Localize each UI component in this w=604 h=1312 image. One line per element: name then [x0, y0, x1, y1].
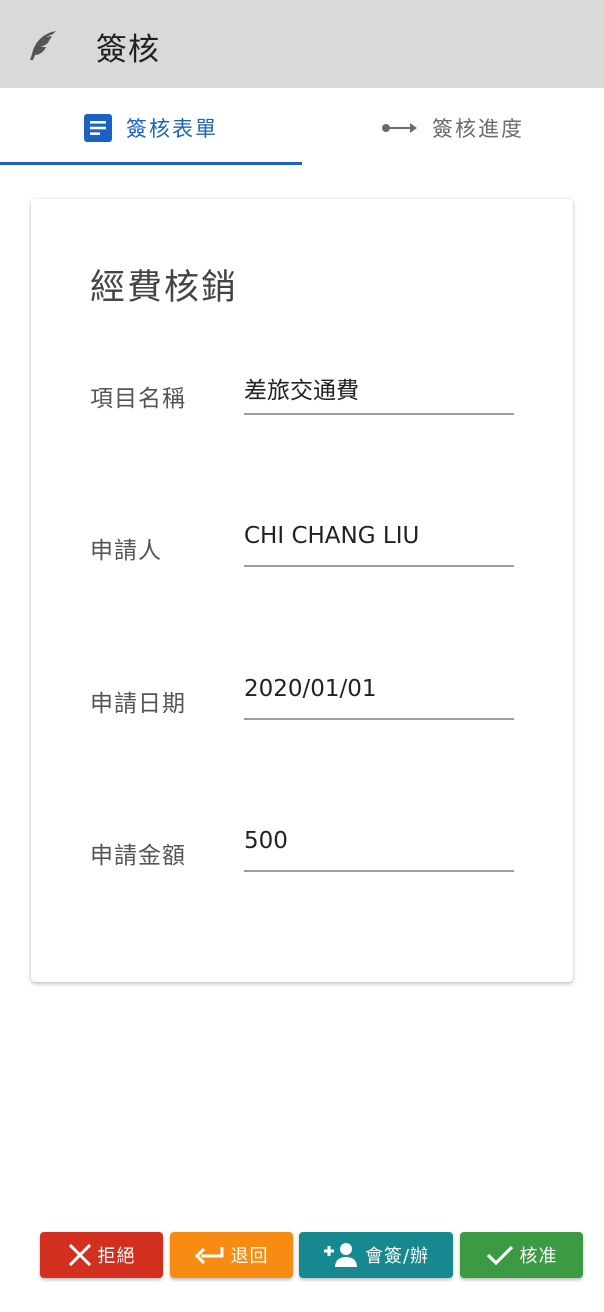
input-underline	[244, 718, 514, 720]
return-label: 退回	[230, 1246, 269, 1267]
return-arrow-icon	[194, 1247, 223, 1265]
feather-icon	[30, 31, 56, 60]
cosign-label: 會簽/辦	[364, 1246, 430, 1267]
document-icon	[84, 114, 112, 142]
form-card: 經費核銷 項目名稱 差旅交通費 申請人 CHI CHANG LIU 申請日期 2…	[31, 199, 573, 982]
item-name-input[interactable]: 差旅交通費	[244, 367, 514, 415]
tab-bar: 簽核表單 簽核進度	[0, 88, 604, 168]
app-bar: 簽核	[0, 0, 604, 88]
return-button[interactable]: 退回	[170, 1232, 293, 1278]
applicant-input[interactable]: CHI CHANG LIU	[244, 519, 514, 567]
tab-progress[interactable]: 簽核進度	[302, 88, 604, 168]
input-underline	[244, 413, 514, 415]
field-applicant: 申請人 CHI CHANG LIU	[90, 519, 520, 579]
check-icon	[486, 1245, 513, 1266]
apply-date-input[interactable]: 2020/01/01	[244, 672, 514, 720]
field-label: 申請人	[90, 538, 162, 564]
amount-input[interactable]: 500	[244, 824, 514, 872]
field-label: 申請金額	[90, 843, 186, 869]
approve-label: 核准	[519, 1246, 558, 1267]
field-item-name: 項目名稱 差旅交通費	[90, 367, 520, 427]
field-amount: 申請金額 500	[90, 824, 520, 884]
reject-button[interactable]: 拒絕	[40, 1232, 163, 1278]
field-label: 申請日期	[90, 691, 186, 717]
app-title: 簽核	[96, 32, 160, 68]
tab-progress-label: 簽核進度	[432, 117, 524, 141]
tab-form[interactable]: 簽核表單	[0, 88, 302, 168]
tab-indicator	[0, 162, 302, 165]
tab-form-label: 簽核表單	[126, 117, 218, 141]
field-label: 項目名稱	[90, 386, 186, 412]
add-person-icon	[323, 1243, 357, 1267]
input-underline	[244, 870, 514, 872]
reject-label: 拒絕	[97, 1246, 136, 1267]
approve-button[interactable]: 核准	[460, 1232, 583, 1278]
arrow-right-icon	[382, 123, 417, 133]
field-apply-date: 申請日期 2020/01/01	[90, 672, 520, 732]
cosign-button[interactable]: 會簽/辦	[299, 1232, 453, 1278]
close-icon	[68, 1243, 91, 1267]
form-title: 經費核銷	[90, 268, 239, 308]
input-underline	[244, 565, 514, 567]
action-bar: 拒絕 退回 會簽/辦 核准	[0, 1230, 604, 1278]
